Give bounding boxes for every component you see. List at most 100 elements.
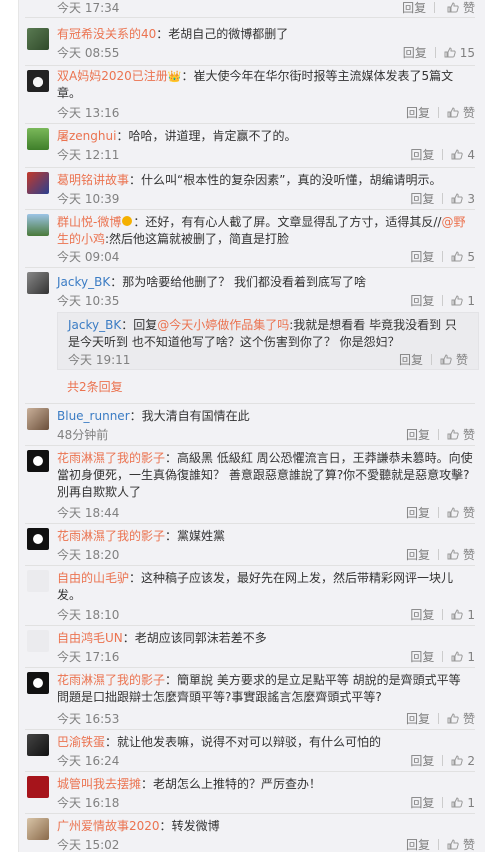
avatar[interactable] (27, 528, 49, 550)
reply-button[interactable]: 回复 (402, 0, 426, 16)
avatar[interactable] (27, 776, 49, 798)
reply-button[interactable]: 回复 (410, 146, 434, 163)
avatar[interactable] (27, 450, 49, 472)
comment-item: 自由的山毛驴：这种稿子应该发，最好先在网上发，然后带精彩网评一块儿发。 今天 1… (19, 566, 485, 626)
vip-badge-icon: 👑 (167, 70, 182, 83)
username-link[interactable]: 广州爱情故事2020 (57, 819, 160, 833)
reply-button[interactable]: 回复 (406, 836, 430, 852)
like-button[interactable]: 赞 (447, 428, 475, 442)
avatar[interactable] (27, 672, 49, 694)
like-button[interactable]: 赞 (447, 548, 475, 562)
avatar[interactable] (27, 70, 49, 92)
avatar[interactable] (27, 818, 49, 840)
reply-button[interactable]: 回复 (399, 351, 423, 368)
thumbs-up-icon (447, 507, 459, 518)
username-link[interactable]: 城管叫我去摆摊 (57, 777, 141, 791)
comment-text: 什么叫“根本性的复杂因素”，真的没听懂，胡编请明示。 (141, 173, 442, 187)
username-link[interactable]: 群山悦-微博 (57, 215, 121, 229)
avatar[interactable] (27, 570, 49, 592)
avatar[interactable] (27, 630, 49, 652)
username-link[interactable]: 自由的山毛驴 (57, 571, 129, 585)
comment-item: 花雨淋濕了我的影子：高級黑 低級紅 周公恐懼流言日，王莽謙恭未篡時。向使當初身便… (19, 446, 485, 524)
like-count: 1 (467, 294, 475, 308)
avatar[interactable] (27, 28, 49, 50)
thumbs-up-icon (447, 107, 459, 118)
avatar[interactable] (27, 172, 49, 194)
avatar[interactable] (27, 128, 49, 150)
like-button[interactable]: 15 (444, 46, 475, 60)
like-button[interactable]: 赞 (440, 353, 468, 367)
reply-button[interactable]: 回复 (403, 44, 427, 61)
comment-time: 今天 19:11 (68, 353, 131, 367)
username-link[interactable]: 有冠希没关系的40 (57, 27, 156, 41)
avatar[interactable] (27, 408, 49, 430)
like-button[interactable]: 1 (451, 294, 475, 308)
avatar[interactable] (27, 734, 49, 756)
username-link[interactable]: 葛明铭讲故事 (57, 173, 129, 187)
thumbs-up-icon (451, 755, 464, 766)
reply-button[interactable]: 回复 (406, 104, 430, 121)
like-count: 赞 (462, 712, 475, 726)
avatar[interactable] (27, 272, 49, 294)
username-link[interactable]: 花雨淋濕了我的影子 (57, 451, 165, 465)
thumbs-up-icon (440, 354, 452, 365)
reply-button[interactable]: 回复 (410, 190, 434, 207)
comment-time: 今天 16:53 (57, 712, 120, 726)
reply-button[interactable]: 回复 (410, 752, 434, 769)
like-button[interactable]: 赞 (447, 106, 475, 120)
like-count: 赞 (462, 428, 475, 442)
reply-button[interactable]: 回复 (410, 606, 434, 623)
like-button[interactable]: 4 (451, 148, 475, 162)
reply-button[interactable]: 回复 (406, 426, 430, 443)
username-link[interactable]: 屠zenghui (57, 129, 116, 143)
avatar[interactable] (27, 214, 49, 236)
comment-text: 我大清自有国情在此 (141, 409, 250, 423)
reply-button[interactable]: 回复 (410, 248, 434, 265)
comment-actions: 回复 赞 (402, 0, 475, 16)
comment-time: 今天 15:02 (57, 838, 120, 852)
like-button[interactable]: 3 (451, 192, 475, 206)
like-button[interactable]: 5 (451, 250, 475, 264)
reply-button[interactable]: 回复 (410, 648, 434, 665)
username-link[interactable]: 自由鸿毛UN (57, 631, 123, 645)
reply-button[interactable]: 回复 (410, 794, 434, 811)
like-button[interactable]: 赞 (447, 838, 475, 852)
comment-item: 花雨淋濕了我的影子：簡單說 美方要求的是立足點平等 胡說的是齊頭式平等 問題是口… (19, 668, 485, 730)
reply-button[interactable]: 回复 (406, 710, 430, 727)
comment-time: 今天 18:44 (57, 506, 120, 520)
like-button[interactable]: 1 (451, 796, 475, 810)
like-button[interactable]: 赞 (447, 506, 475, 520)
like-button[interactable]: 赞 (447, 712, 475, 726)
username-link[interactable]: Jacky_BK (68, 318, 121, 332)
username-link[interactable]: Blue_runner (57, 409, 130, 423)
username-link[interactable]: Jacky_BK (57, 275, 110, 289)
like-button[interactable]: 2 (451, 754, 475, 768)
thumbs-up-icon (451, 193, 464, 204)
like-button[interactable]: 1 (451, 650, 475, 664)
like-count: 3 (467, 192, 475, 206)
username-link[interactable]: 双A妈妈2020已注册 (57, 69, 168, 83)
comment-item: 广州爱情故事2020：转发微博 今天 15:02 回复赞 (19, 814, 485, 852)
comment-item-partial: 今天 17:34 回复 赞 (19, 0, 485, 18)
like-button[interactable]: 1 (451, 608, 475, 622)
thumbs-up-icon (447, 713, 459, 724)
comment-time: 今天 18:20 (57, 548, 120, 562)
like-count: 1 (467, 650, 475, 664)
like-count: 赞 (455, 353, 468, 367)
more-replies-link[interactable]: 共2条回复 (67, 378, 123, 395)
comment-text: 老胡自己的微博都删了 (168, 27, 289, 41)
username-link[interactable]: 花雨淋濕了我的影子 (57, 673, 165, 687)
mention-link[interactable]: @今天小婷做作品集了吗 (157, 318, 289, 332)
comment-item: 花雨淋濕了我的影子：黨媒姓黨 今天 18:20 回复赞 (19, 524, 485, 566)
reply-button[interactable]: 回复 (410, 292, 434, 309)
comment-time: 今天 18:10 (57, 608, 120, 622)
username-link[interactable]: 花雨淋濕了我的影子 (57, 529, 165, 543)
comment-text: 老胡怎么上推特的？严厉查办！ (153, 777, 322, 791)
comment-time: 今天 13:16 (57, 106, 120, 120)
like-count: 4 (467, 148, 475, 162)
username-link[interactable]: 巴渝铁蛋 (57, 735, 105, 749)
like-button[interactable]: 赞 (447, 1, 475, 15)
reply-button[interactable]: 回复 (406, 546, 430, 563)
comment-text: 哈哈，讲道理，肯定赢不了的。 (128, 129, 297, 143)
reply-button[interactable]: 回复 (406, 504, 430, 521)
